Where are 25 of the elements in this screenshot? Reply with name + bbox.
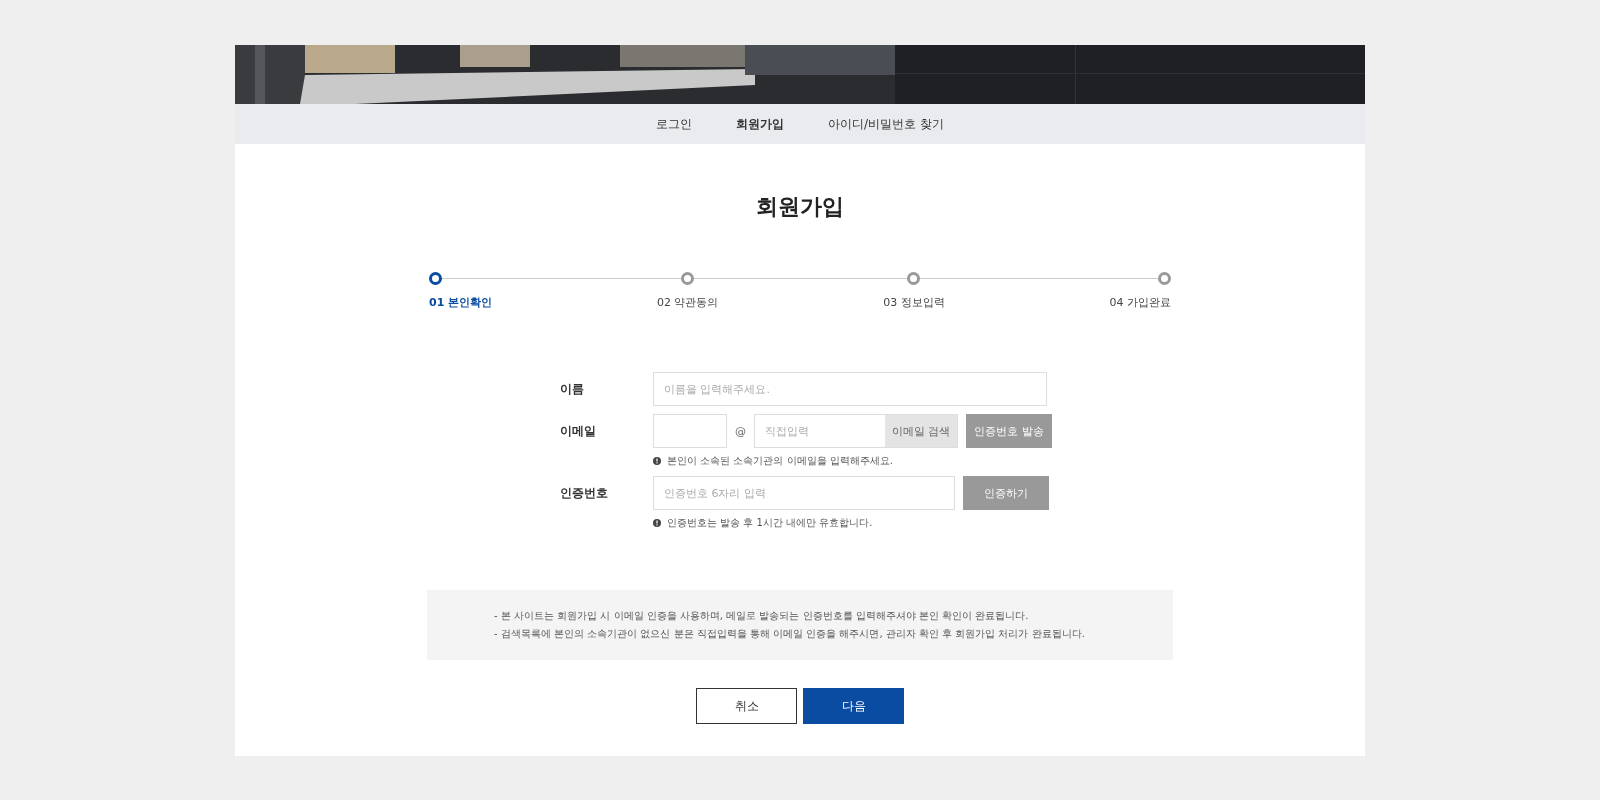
hint-text: 본인이 소속된 소속기관의 이메일을 입력해주세요. [667, 454, 893, 468]
email-id-field[interactable] [653, 414, 727, 448]
at-sign: @ [735, 424, 746, 438]
nav-link[interactable]: 회원가입 [736, 115, 785, 133]
nav-link[interactable]: 아이디/비밀번호 찾기 [828, 115, 944, 133]
field-label: 인증번호 [560, 485, 609, 502]
field-label: 이름 [560, 381, 585, 398]
field-label: 이메일 [560, 423, 597, 440]
info-icon [653, 457, 661, 465]
name-field[interactable]: 이름을 입력해주세요. [653, 372, 1047, 406]
step-label: 01 본인확인 [429, 295, 493, 310]
step-label: 03 정보입력 [883, 295, 945, 310]
email-domain-field[interactable]: 직접입력 이메일 검색 [754, 414, 958, 448]
email-search-button[interactable]: 이메일 검색 [885, 415, 957, 447]
hint-text: 인증번호는 발송 후 1시간 내에만 유효합니다. [667, 516, 873, 530]
info-icon [653, 519, 661, 527]
notice-text: - 본 사이트는 회원가입 시 이메일 인증을 사용하며, 메일로 발송되는 인증번호를 입력해주셔야 본인 확인이 완료됩니다. [494, 609, 1030, 623]
page-title: 회원가입 [756, 193, 844, 221]
step-label: 04 가입완료 [1109, 295, 1171, 310]
next-button[interactable]: 다음 [803, 688, 904, 724]
step-label: 02 약관동의 [656, 295, 719, 310]
cancel-button[interactable]: 취소 [696, 688, 797, 724]
nav-link[interactable]: 로그인 [656, 115, 693, 133]
notice-text: - 검색목록에 본인의 소속기관이 없으신 분은 직접입력을 통해 이메일 인증을 해주시면, 관리자 확인 후 회원가입 처리가 완료됩니다. [494, 627, 1086, 641]
code-field[interactable]: 인증번호 6자리 입력 [653, 476, 955, 510]
